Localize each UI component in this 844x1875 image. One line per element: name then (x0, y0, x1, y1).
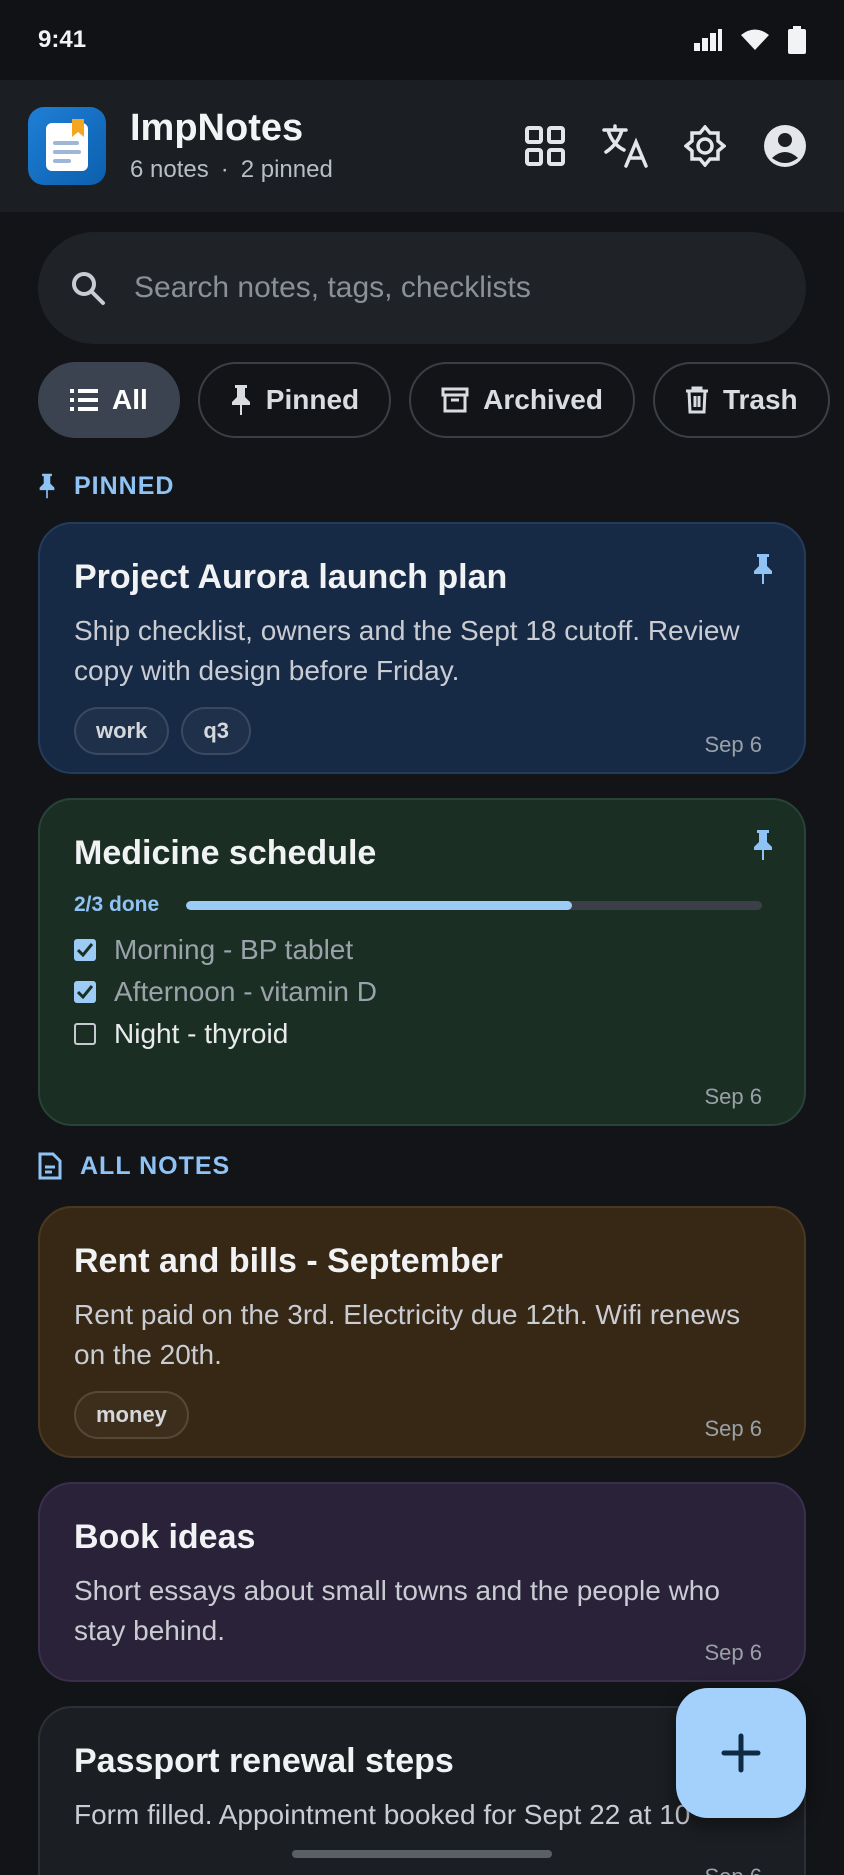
trash-icon (685, 386, 708, 414)
note-title: Rent and bills - September (74, 1242, 503, 1280)
checkbox-checked[interactable] (74, 939, 96, 961)
checklist-item[interactable]: Night - thyroid (74, 1013, 770, 1055)
note-date: Sep 6 (704, 1084, 763, 1109)
checklist: Morning - BP tablet Afternoon - vitamin … (74, 929, 770, 1055)
checklist-item[interactable]: Afternoon - vitamin D (74, 971, 770, 1013)
battery-icon (788, 26, 806, 54)
filter-chip-pinned[interactable]: Pinned (197, 362, 392, 438)
translate-icon (602, 124, 648, 168)
translate-button[interactable] (602, 123, 648, 169)
note-date: Sep 6 (704, 732, 763, 757)
app-subtitle: 6 notes · 2 pinned (130, 156, 522, 184)
app-bar: ImpNotes 6 notes · 2 pinned (0, 80, 844, 212)
checklist-item-text: Morning - BP tablet (114, 934, 354, 965)
section-header-pinned: PINNED (38, 466, 844, 506)
tag-chip[interactable]: q3 (181, 707, 252, 755)
note-card[interactable]: Book ideas Short essays about small town… (38, 1482, 806, 1682)
plus-icon (721, 1733, 761, 1773)
app-logo (28, 107, 106, 185)
note-body: Short essays about small towns and the p… (74, 1575, 720, 1646)
note-card[interactable]: Medicine schedule 2/3 done Morning - BP … (38, 798, 806, 1126)
document-icon (38, 1152, 62, 1180)
progress-fill (186, 900, 572, 910)
checklist-progress: 2/3 done (74, 893, 770, 917)
notebook-icon (46, 119, 88, 171)
section-header-all-notes: ALL NOTES (38, 1148, 844, 1184)
filter-chips: All Pinned Archived Trash (38, 362, 844, 438)
checkbox-unchecked[interactable] (74, 1023, 96, 1045)
progress-label: 2/3 done (74, 893, 160, 916)
check-icon (77, 985, 93, 999)
note-card[interactable]: Project Aurora launch plan Ship checklis… (38, 522, 806, 774)
search-bar[interactable] (38, 232, 806, 344)
pin-icon (231, 385, 250, 415)
note-card[interactable]: Rent and bills - September Rent paid on … (38, 1206, 806, 1458)
new-note-button[interactable] (676, 1688, 806, 1818)
app-actions (522, 123, 808, 169)
pin-icon[interactable] (752, 830, 774, 860)
account-icon (764, 125, 806, 167)
filter-chip-trash[interactable]: Trash (652, 362, 830, 438)
note-title: Book ideas (74, 1518, 256, 1556)
app-titles: ImpNotes 6 notes · 2 pinned (130, 107, 522, 184)
pin-icon[interactable] (752, 554, 774, 584)
filter-chip-label: All (112, 384, 148, 415)
wifi-icon (741, 29, 769, 50)
grid-view-button[interactable] (522, 123, 568, 169)
checklist-item[interactable]: Morning - BP tablet (74, 929, 770, 971)
signal-icon (694, 29, 722, 51)
search-icon (72, 272, 105, 305)
filter-chip-label: Pinned (265, 384, 360, 415)
note-body: Rent paid on the 3rd. Electricity due 12… (74, 1299, 741, 1370)
note-tags: money (74, 1391, 770, 1439)
section-title: ALL NOTES (80, 1151, 231, 1180)
note-title: Medicine schedule (74, 834, 377, 872)
status-bar: 9:41 (0, 0, 844, 80)
note-title: Passport renewal steps (74, 1742, 454, 1780)
tag-chip[interactable]: work (74, 707, 170, 755)
filter-chip-label: Trash (722, 384, 798, 415)
checkbox-checked[interactable] (74, 981, 96, 1003)
check-icon (77, 943, 93, 957)
note-date: Sep 6 (705, 1864, 763, 1875)
progress-track (186, 900, 762, 910)
checklist-item-text: Night - thyroid (114, 1018, 289, 1049)
checklist-item-text: Afternoon - vitamin D (114, 976, 377, 1007)
pin-icon (39, 473, 55, 499)
theme-button[interactable] (682, 123, 728, 169)
home-indicator[interactable] (292, 1850, 552, 1858)
note-body: Form filled. Appointment booked for Sept… (74, 1799, 691, 1830)
note-body: Ship checklist, owners and the Sept 18 c… (74, 615, 740, 686)
note-date: Sep 6 (704, 1416, 763, 1441)
status-icons (694, 26, 806, 54)
app-title: ImpNotes (130, 107, 304, 150)
section-title: PINNED (74, 471, 175, 500)
archive-icon (441, 387, 469, 413)
note-title: Project Aurora launch plan (74, 558, 508, 596)
filter-chip-all[interactable]: All (38, 362, 180, 438)
filter-chip-archived[interactable]: Archived (409, 362, 635, 438)
note-date: Sep 6 (704, 1640, 763, 1665)
notes-count: 6 notes (130, 155, 209, 183)
filter-chip-label: Archived (483, 384, 603, 415)
subtitle-separator: · (220, 155, 229, 183)
note-tags: work q3 (74, 707, 770, 755)
grid-icon (525, 126, 565, 166)
account-button[interactable] (762, 123, 808, 169)
pinned-count: 2 pinned (240, 155, 333, 183)
search-input[interactable] (134, 271, 734, 305)
tag-chip[interactable]: money (74, 1391, 189, 1439)
status-time: 9:41 (38, 26, 87, 53)
brightness-icon (684, 125, 726, 167)
list-icon (70, 389, 98, 411)
